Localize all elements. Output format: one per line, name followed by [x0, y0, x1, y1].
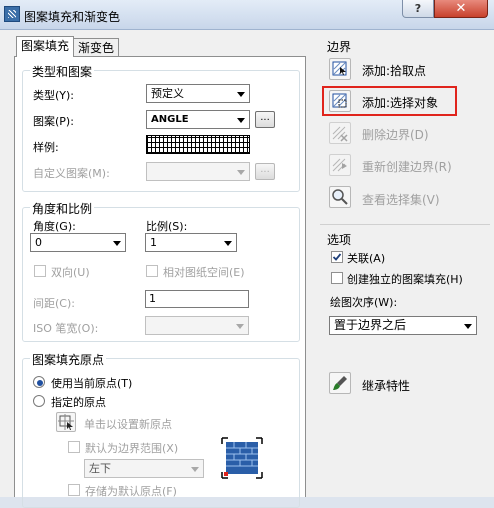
recreate-boundary-label: 重新创建边界(R): [362, 160, 452, 174]
type-pattern-group-label: 类型和图案: [30, 63, 95, 80]
remove-boundaries-label: 删除边界(D): [362, 128, 429, 142]
use-current-origin-label: 使用当前原点(T): [51, 377, 133, 390]
draw-order-label: 绘图次序(W):: [330, 296, 398, 309]
chevron-down-icon: [237, 92, 245, 97]
custom-pattern-select[interactable]: [146, 162, 250, 181]
remove-boundaries-button[interactable]: [329, 122, 351, 144]
create-separate-checkbox[interactable]: [331, 272, 343, 284]
type-label: 类型(Y):: [33, 89, 75, 102]
origin-preview-icon: [220, 436, 264, 480]
chevron-down-icon: [464, 324, 472, 329]
associative-checkbox[interactable]: [331, 251, 343, 263]
help-button[interactable]: ?: [402, 0, 434, 18]
magnifier-icon: [332, 189, 348, 205]
view-selections-button[interactable]: [329, 186, 351, 208]
spacing-input[interactable]: 1: [145, 290, 249, 308]
pattern-sample-swatch[interactable]: [146, 135, 250, 154]
origin-position-select[interactable]: 左下: [84, 459, 204, 478]
hatch-origin-group-label: 图案填充原点: [30, 351, 107, 368]
spacing-label: 间距(C):: [33, 297, 75, 310]
specified-origin-radio[interactable]: [33, 395, 45, 407]
tab-pattern-fill[interactable]: 图案填充: [16, 36, 74, 57]
remove-boundary-icon: [332, 126, 348, 142]
default-extent-checkbox[interactable]: [68, 441, 80, 453]
add-pick-points-label: 添加:拾取点: [362, 64, 427, 78]
associative-label: 关联(A): [347, 252, 386, 265]
inherit-properties-label: 继承特性: [362, 379, 411, 393]
specified-origin-label: 指定的原点: [51, 396, 106, 409]
checkmark-icon: [332, 253, 342, 261]
pattern-browse-button[interactable]: ...: [255, 111, 275, 128]
chevron-down-icon: [191, 467, 199, 472]
chevron-down-icon: [237, 170, 245, 175]
default-extent-label: 默认为边界范围(X): [85, 442, 179, 455]
options-divider: [320, 224, 490, 225]
recreate-boundary-icon: [332, 158, 347, 172]
chevron-down-icon: [236, 324, 244, 329]
inherit-properties-button[interactable]: [329, 372, 351, 394]
relative-paper-label: 相对图纸空间(E): [163, 266, 245, 279]
tab-gradient[interactable]: 渐变色: [73, 38, 119, 58]
highlight-box: [322, 86, 457, 116]
set-origin-button[interactable]: [56, 412, 76, 432]
chevron-down-icon: [224, 241, 232, 246]
pattern-select[interactable]: ANGLE: [146, 110, 250, 129]
close-button[interactable]: ✕: [434, 0, 488, 18]
chevron-down-icon: [113, 241, 121, 246]
double-checkbox[interactable]: [34, 265, 46, 277]
chevron-down-icon: [237, 118, 245, 123]
create-separate-label: 创建独立的图案填充(H): [347, 273, 463, 286]
type-select[interactable]: 预定义: [146, 84, 250, 103]
sample-label: 样例:: [33, 141, 59, 154]
recreate-boundary-button[interactable]: [329, 154, 351, 176]
boundary-section-title: 边界: [327, 40, 352, 54]
window-title: 图案填充和渐变色: [24, 10, 121, 24]
add-pick-points-button[interactable]: [329, 58, 351, 80]
angle-label: 角度(G):: [33, 220, 76, 233]
iso-pen-width-select[interactable]: [145, 316, 249, 335]
scale-select[interactable]: 1: [145, 233, 237, 252]
set-origin-label: 单击以设置新原点: [84, 418, 172, 431]
double-label: 双向(U): [51, 266, 90, 279]
app-icon: [4, 6, 20, 22]
options-section-title: 选项: [327, 233, 352, 247]
scale-label: 比例(S):: [146, 220, 188, 233]
crosshair-icon: [58, 414, 74, 430]
brush-icon: [333, 376, 347, 390]
custom-pattern-browse-button[interactable]: ...: [255, 163, 275, 180]
iso-pen-width-label: ISO 笔宽(O):: [33, 322, 99, 335]
store-default-checkbox[interactable]: [68, 484, 80, 496]
use-current-origin-radio[interactable]: [33, 376, 45, 388]
draw-order-select[interactable]: 置于边界之后: [329, 316, 477, 335]
angle-scale-group-label: 角度和比例: [30, 200, 95, 217]
angle-select[interactable]: 0: [30, 233, 126, 252]
pick-points-icon: [332, 61, 347, 76]
pattern-label: 图案(P):: [33, 115, 74, 128]
custom-pattern-label: 自定义图案(M):: [33, 167, 110, 180]
relative-paper-checkbox[interactable]: [146, 265, 158, 277]
view-selections-label: 查看选择集(V): [362, 193, 440, 207]
